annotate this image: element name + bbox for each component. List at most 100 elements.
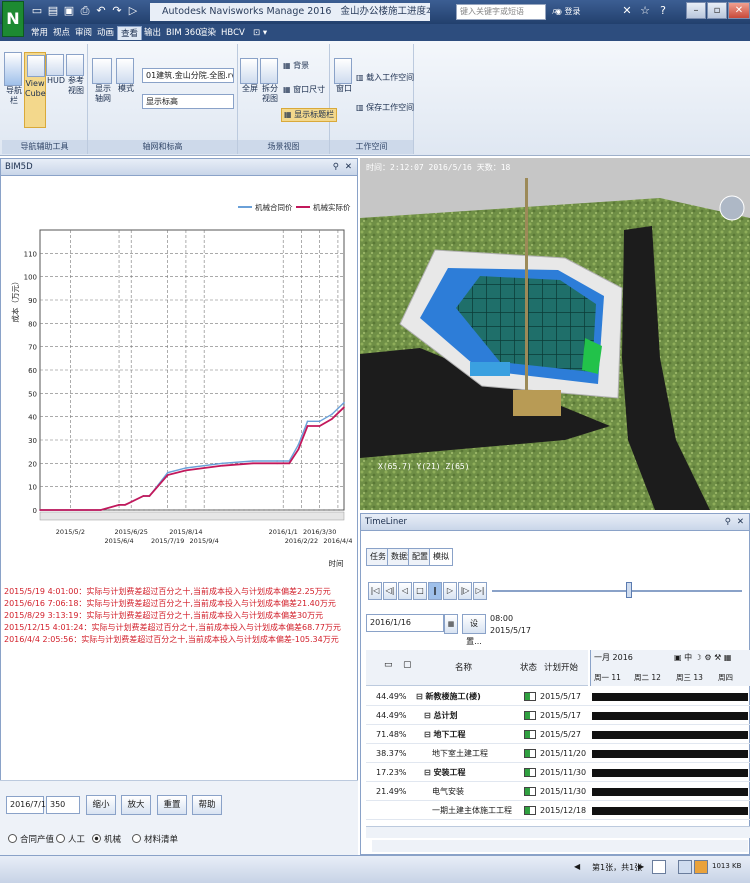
pause-button[interactable]: ‖ — [428, 582, 442, 600]
save-workspace-button[interactable]: ▥ 保存工作空间 — [356, 102, 414, 114]
play-reverse-button[interactable]: ◁ — [398, 582, 412, 600]
mode-button[interactable]: 模式 — [116, 58, 136, 128]
window-size-button[interactable]: ▦ 窗口尺寸 — [283, 84, 325, 96]
help-button[interactable]: 帮助 — [192, 795, 222, 815]
table-row[interactable]: 一期土建主体施工工程 2015/12/18 — [366, 802, 750, 820]
panel-close-icon[interactable]: ✕ — [737, 514, 744, 530]
y-tick-label: 30 — [28, 437, 37, 445]
split-view-button[interactable]: 拆分视图 — [260, 58, 280, 128]
settings-button[interactable]: 设置... — [462, 614, 486, 646]
minimize-button[interactable]: – — [686, 2, 706, 19]
next-page-icon[interactable]: ▶ — [638, 862, 644, 871]
calendar-icon[interactable]: ▦ — [444, 614, 458, 634]
gantt-bar[interactable] — [592, 807, 748, 815]
data-point — [100, 509, 102, 511]
maximize-button[interactable]: ▫ — [707, 2, 727, 19]
app-logo[interactable]: N — [2, 1, 24, 37]
tab-view[interactable]: 查看 — [117, 26, 143, 40]
column-planned-start[interactable]: 计划开始 — [544, 650, 578, 686]
gantt-toolbar[interactable]: ▣ 中 ☽ ⚙ ⚒ ▦ — [674, 652, 731, 663]
help-icon[interactable]: ? — [656, 4, 670, 18]
viewcube-icon[interactable] — [719, 195, 745, 221]
step-back-button[interactable]: ◁| — [383, 582, 397, 600]
prev-page-icon[interactable]: ◀ — [574, 862, 580, 871]
table-row[interactable]: 17.23% ⊟ 安装工程 2015/11/30 — [366, 764, 750, 782]
3d-viewport[interactable] — [360, 158, 750, 510]
redo-icon[interactable]: ↷ — [110, 4, 124, 18]
step-forward-button[interactable]: |▷ — [458, 582, 472, 600]
simulation-date-field[interactable]: 2016/1/16 — [366, 614, 444, 632]
horizontal-scrollbar[interactable] — [366, 826, 750, 838]
radio-contract-value[interactable]: 合同产值 — [8, 834, 54, 846]
undo-icon[interactable]: ↶ — [94, 4, 108, 18]
tab-extra[interactable]: ⊡ ▾ — [250, 26, 270, 40]
print-icon[interactable]: ⎙ — [78, 4, 92, 18]
zoom-out-button[interactable]: 缩小 — [86, 795, 116, 815]
performance-icon[interactable] — [694, 860, 708, 874]
close-button[interactable]: ✕ — [728, 2, 750, 19]
table-row[interactable]: 44.49% ⊟ 总计划 2015/5/17 — [366, 707, 750, 725]
login-button[interactable]: ◉ 登录 — [555, 4, 615, 20]
model-select[interactable]: 01建筑.金山分院.全图.rvt — [142, 68, 234, 83]
tab-viewpoint[interactable]: 视点 — [50, 26, 73, 40]
fullscreen-button[interactable]: 全屏 — [240, 58, 260, 128]
reference-view-button[interactable]: 参考视图 — [66, 54, 86, 130]
tab-animation[interactable]: 动画 — [94, 26, 117, 40]
gantt-bar[interactable] — [592, 731, 748, 739]
fast-forward-button[interactable]: ▷| — [473, 582, 487, 600]
background-button[interactable]: ▦ 背景 — [283, 60, 309, 72]
table-row[interactable]: 71.48% ⊟ 地下工程 2015/5/27 — [366, 726, 750, 744]
table-row[interactable]: 38.37% 地下室土建工程 2015/11/20 — [366, 745, 750, 763]
column-status[interactable]: 状态 — [520, 650, 537, 686]
model-icon[interactable] — [678, 860, 692, 874]
viewcube-button[interactable]: View Cube — [24, 52, 46, 128]
timeline-slider-thumb[interactable] — [626, 582, 632, 598]
date-field[interactable]: 2016/7/11 — [6, 796, 51, 814]
window-button[interactable]: 窗口 — [334, 58, 354, 128]
tab-home[interactable]: 常用 — [28, 26, 51, 40]
gantt-bar[interactable] — [592, 788, 748, 796]
radio-materials[interactable]: 材料清单 — [132, 834, 178, 846]
star-icon[interactable]: ☆ — [638, 4, 652, 18]
navbar-button[interactable]: 导航栏 — [4, 52, 24, 128]
tab-render[interactable]: 渲染 — [196, 26, 219, 40]
save-icon[interactable]: ▣ — [62, 4, 76, 18]
table-row[interactable]: 44.49% ⊟ 新教楼施工(楼) 2015/5/17 — [366, 688, 750, 706]
hud-button[interactable]: HUD — [46, 54, 66, 130]
zoom-in-button[interactable]: 放大 — [121, 795, 151, 815]
tab-output[interactable]: 输出 — [141, 26, 164, 40]
pin-icon[interactable]: ⚲ — [333, 159, 339, 175]
open-folder-icon[interactable]: ▤ — [46, 4, 60, 18]
sim-date-text: 2015/5/17 — [490, 626, 532, 635]
timeline-slider-track[interactable] — [492, 590, 742, 592]
tab-simulate[interactable]: 模拟 — [429, 548, 453, 566]
sheet-icon[interactable] — [652, 860, 666, 874]
gantt-bar[interactable] — [592, 769, 748, 777]
radio-machinery[interactable]: 机械 — [92, 834, 121, 846]
tab-hbcv[interactable]: HBCV — [218, 26, 248, 40]
gantt-bar[interactable] — [592, 750, 748, 758]
horizontal-scrollbar-lower[interactable] — [372, 840, 748, 852]
pin-icon[interactable]: ⚲ — [725, 514, 731, 530]
data-point — [297, 448, 300, 451]
tab-review[interactable]: 审阅 — [72, 26, 95, 40]
table-row[interactable]: 21.49% 电气安装 2015/11/30 — [366, 783, 750, 801]
search-input[interactable]: 键入关键字或短语 — [456, 4, 546, 20]
load-workspace-button[interactable]: ▥ 载入工作空间 — [356, 72, 414, 84]
show-grid-button[interactable]: 显示轴网 — [92, 58, 114, 128]
select-icon[interactable]: ▷ — [126, 4, 140, 18]
radio-labor[interactable]: 人工 — [56, 834, 85, 846]
show-titlebar-button[interactable]: ▦ 显示标题栏 — [281, 108, 338, 122]
gantt-bar[interactable] — [592, 693, 748, 701]
reset-button[interactable]: 重置 — [157, 795, 187, 815]
panel-close-icon[interactable]: ✕ — [345, 159, 352, 175]
exchange-icon[interactable]: ✕ — [620, 4, 634, 18]
number-field[interactable]: 350 — [46, 796, 80, 814]
gantt-bar[interactable] — [592, 712, 748, 720]
column-name[interactable]: 名称 — [455, 650, 472, 686]
stop-button[interactable]: □ — [413, 582, 427, 600]
rewind-button[interactable]: |◁ — [368, 582, 382, 600]
play-button[interactable]: ▷ — [443, 582, 457, 600]
new-file-icon[interactable]: ▭ — [30, 4, 44, 18]
level-select[interactable]: 显示标高 — [142, 94, 234, 109]
